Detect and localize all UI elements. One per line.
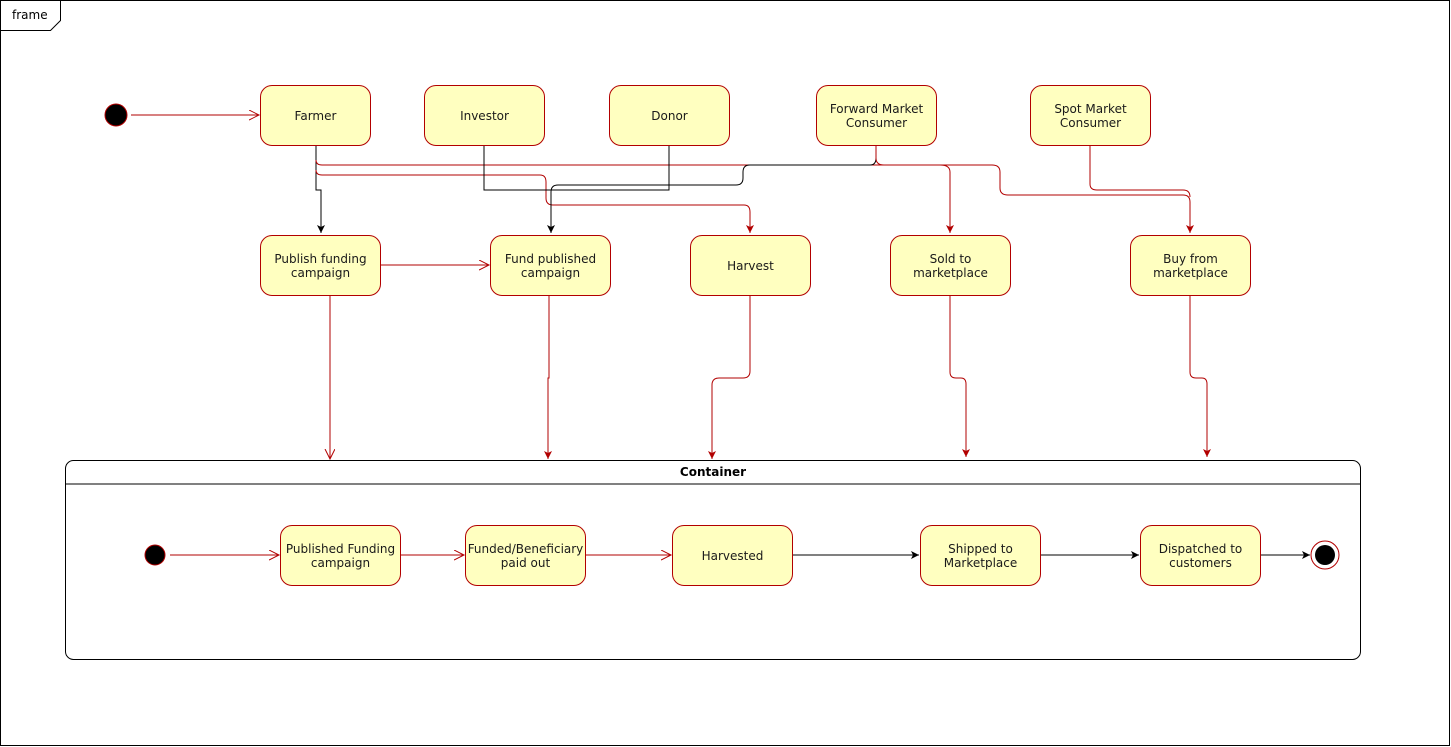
- edge-sold-container: [949, 296, 970, 457]
- initial-state: [104, 103, 128, 127]
- state-donor[interactable]: Donor: [609, 85, 730, 146]
- edge-farmer-publish: [315, 146, 325, 233]
- state-dispatched-to-customers[interactable]: Dispatched to customers: [1140, 525, 1261, 586]
- edge-spot-buy: [1089, 146, 1191, 198]
- state-harvest[interactable]: Harvest: [690, 235, 811, 296]
- state-published-funding-campaign[interactable]: Published Funding campaign: [280, 525, 401, 586]
- container-title: Container: [679, 465, 747, 479]
- state-shipped-to-marketplace[interactable]: Shipped to Marketplace: [920, 525, 1041, 586]
- state-fund-published-campaign[interactable]: Fund published campaign: [490, 235, 611, 296]
- state-forward-market-consumer[interactable]: Forward Market Consumer: [816, 85, 937, 146]
- edge-buy-container: [1189, 296, 1211, 457]
- state-farmer[interactable]: Farmer: [260, 85, 371, 146]
- state-buy-from-marketplace[interactable]: Buy from marketplace: [1130, 235, 1251, 296]
- frame-label: frame: [12, 8, 48, 22]
- state-sold-to-marketplace[interactable]: Sold to marketplace: [890, 235, 1011, 296]
- state-funded-beneficiary-paid-out[interactable]: Funded/Beneficiary paid out: [465, 525, 586, 586]
- state-spot-market-consumer[interactable]: Spot Market Consumer: [1030, 85, 1151, 146]
- edge-farmer-sold: [315, 159, 954, 233]
- edge-investor-donor-fund: [483, 146, 670, 191]
- final-state: [1315, 545, 1335, 565]
- edge-farmer-harvest: [315, 169, 754, 233]
- edge-harvest-container: [708, 296, 751, 459]
- inner-initial-state: [144, 544, 166, 566]
- state-harvested[interactable]: Harvested: [672, 525, 793, 586]
- state-publish-funding-campaign[interactable]: Publish funding campaign: [260, 235, 381, 296]
- edge-fund-container: [544, 296, 552, 459]
- state-investor[interactable]: Investor: [424, 85, 545, 146]
